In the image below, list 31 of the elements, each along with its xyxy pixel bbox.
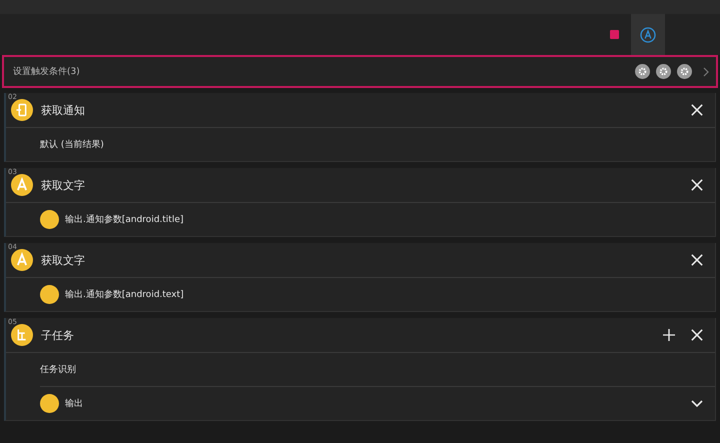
letter-a-icon xyxy=(11,174,33,196)
phone-icon xyxy=(11,99,33,121)
circled-a-icon xyxy=(640,26,656,42)
variable-icon xyxy=(40,210,59,229)
chevron-down-icon[interactable] xyxy=(691,400,703,408)
step-title: 子任务 xyxy=(41,328,75,342)
step-title: 获取文字 xyxy=(41,178,86,192)
variable-icon xyxy=(40,285,59,304)
step-title: 获取文字 xyxy=(41,252,86,268)
close-icon[interactable] xyxy=(691,104,703,116)
close-icon[interactable] xyxy=(691,329,703,341)
add-icon[interactable] xyxy=(663,329,675,341)
gear-icon[interactable] xyxy=(677,64,692,79)
step-title: 获取通知 xyxy=(41,102,86,118)
letter-a-icon xyxy=(11,249,33,271)
toolbar-tab[interactable] xyxy=(631,14,665,55)
trigger-label: 设置触发条件(3) xyxy=(13,66,81,78)
chevron-right-icon[interactable] xyxy=(702,66,710,76)
step-param[interactable]: 默认 (当前结果) xyxy=(40,138,715,151)
close-icon[interactable] xyxy=(691,179,703,191)
gear-icon[interactable] xyxy=(656,64,671,79)
close-icon[interactable] xyxy=(691,254,703,266)
trigger-bar[interactable]: 设置触发条件(3) xyxy=(2,55,718,88)
step-param[interactable]: 输出.通知参数[android.text] xyxy=(65,288,715,301)
stop-icon xyxy=(610,30,618,39)
gear-icon[interactable] xyxy=(635,64,650,79)
branch-icon xyxy=(11,324,33,346)
variable-icon xyxy=(40,394,59,413)
step-param[interactable]: 任务识别 xyxy=(40,363,715,376)
step-param[interactable]: 输出 xyxy=(65,397,685,410)
step-param[interactable]: 输出.通知参数[android.title] xyxy=(65,213,715,226)
